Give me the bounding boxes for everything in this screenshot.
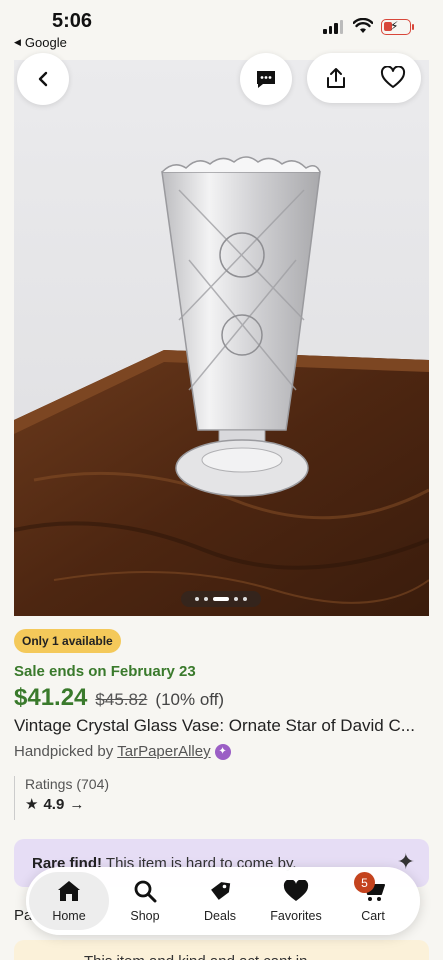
rating-value: 4.9 [43, 795, 65, 813]
vase-photo-illustration [14, 60, 429, 616]
price-row: $41.24 $45.82 (10% off) [14, 684, 224, 712]
carousel-dot [243, 597, 247, 601]
status-bar: 5:06 ◀ Google ⚡ [0, 0, 443, 56]
tab-deals[interactable]: Deals [182, 867, 258, 935]
carousel-dot [195, 597, 199, 601]
carousel-dot-active [213, 597, 229, 601]
info-card: This item and kind and act cant in [14, 940, 429, 960]
favorite-button[interactable] [364, 53, 421, 103]
battery-icon: ⚡ [381, 19, 411, 35]
tab-favorites-label: Favorites [270, 909, 322, 923]
tab-home-label: Home [52, 909, 86, 923]
star-seller-icon: ✦ [214, 743, 231, 760]
ratings-summary[interactable]: Ratings (704) ★ 4.9 → [14, 776, 154, 820]
handpicked-by: Handpicked by TarPaperAlley ✦ [14, 743, 231, 760]
tab-home[interactable]: Home [29, 867, 109, 935]
battery-tip [412, 24, 414, 30]
chevron-left-icon [38, 71, 48, 87]
handpicked-prefix: Handpicked by [14, 743, 114, 760]
triangle-left-icon: ◀ [14, 37, 21, 47]
back-to-app-link[interactable]: ◀ Google [14, 35, 67, 50]
share-icon [326, 68, 345, 88]
listing-title[interactable]: Vintage Crystal Glass Vase: Ornate Star … [14, 716, 429, 736]
ratings-label: Ratings (704) [25, 776, 110, 792]
arrow-right-icon: → [69, 795, 85, 813]
availability-badge: Only 1 available [14, 629, 121, 653]
ratings-value-row: ★ 4.9 → [25, 795, 154, 814]
carousel-dot [204, 597, 208, 601]
original-price: $45.82 [95, 690, 148, 709]
share-favorite-group [307, 53, 421, 103]
chat-dots-icon [257, 71, 275, 88]
tab-deals-label: Deals [204, 909, 236, 923]
back-app-label: Google [24, 35, 67, 50]
carousel-indicator[interactable] [181, 591, 261, 607]
cart-count-badge: 5 [354, 872, 375, 893]
tab-shop-label: Shop [130, 909, 160, 923]
carousel-dot [234, 597, 238, 601]
sale-end-text: Sale ends on February 23 [14, 663, 196, 680]
cellular-signal-icon [323, 20, 343, 34]
wifi-icon [353, 18, 373, 33]
message-seller-button[interactable] [240, 53, 292, 105]
heart-icon [283, 880, 309, 901]
tag-icon [211, 882, 231, 900]
tab-cart-label: Cart [361, 909, 385, 923]
tab-shop[interactable]: Shop [107, 867, 183, 935]
heart-outline-icon [380, 66, 405, 88]
star-icon: ★ [25, 796, 39, 813]
tab-favorites[interactable]: Favorites [258, 867, 334, 935]
sale-price: $41.24 [14, 684, 88, 711]
home-icon [58, 881, 80, 901]
discount-percent: (10% off) [155, 690, 225, 709]
back-button[interactable] [17, 53, 69, 105]
share-button[interactable] [307, 53, 364, 103]
search-icon [134, 880, 157, 903]
product-image[interactable] [14, 60, 429, 616]
shop-name-link[interactable]: TarPaperAlley [117, 743, 210, 760]
clock: 5:06 [52, 10, 93, 32]
